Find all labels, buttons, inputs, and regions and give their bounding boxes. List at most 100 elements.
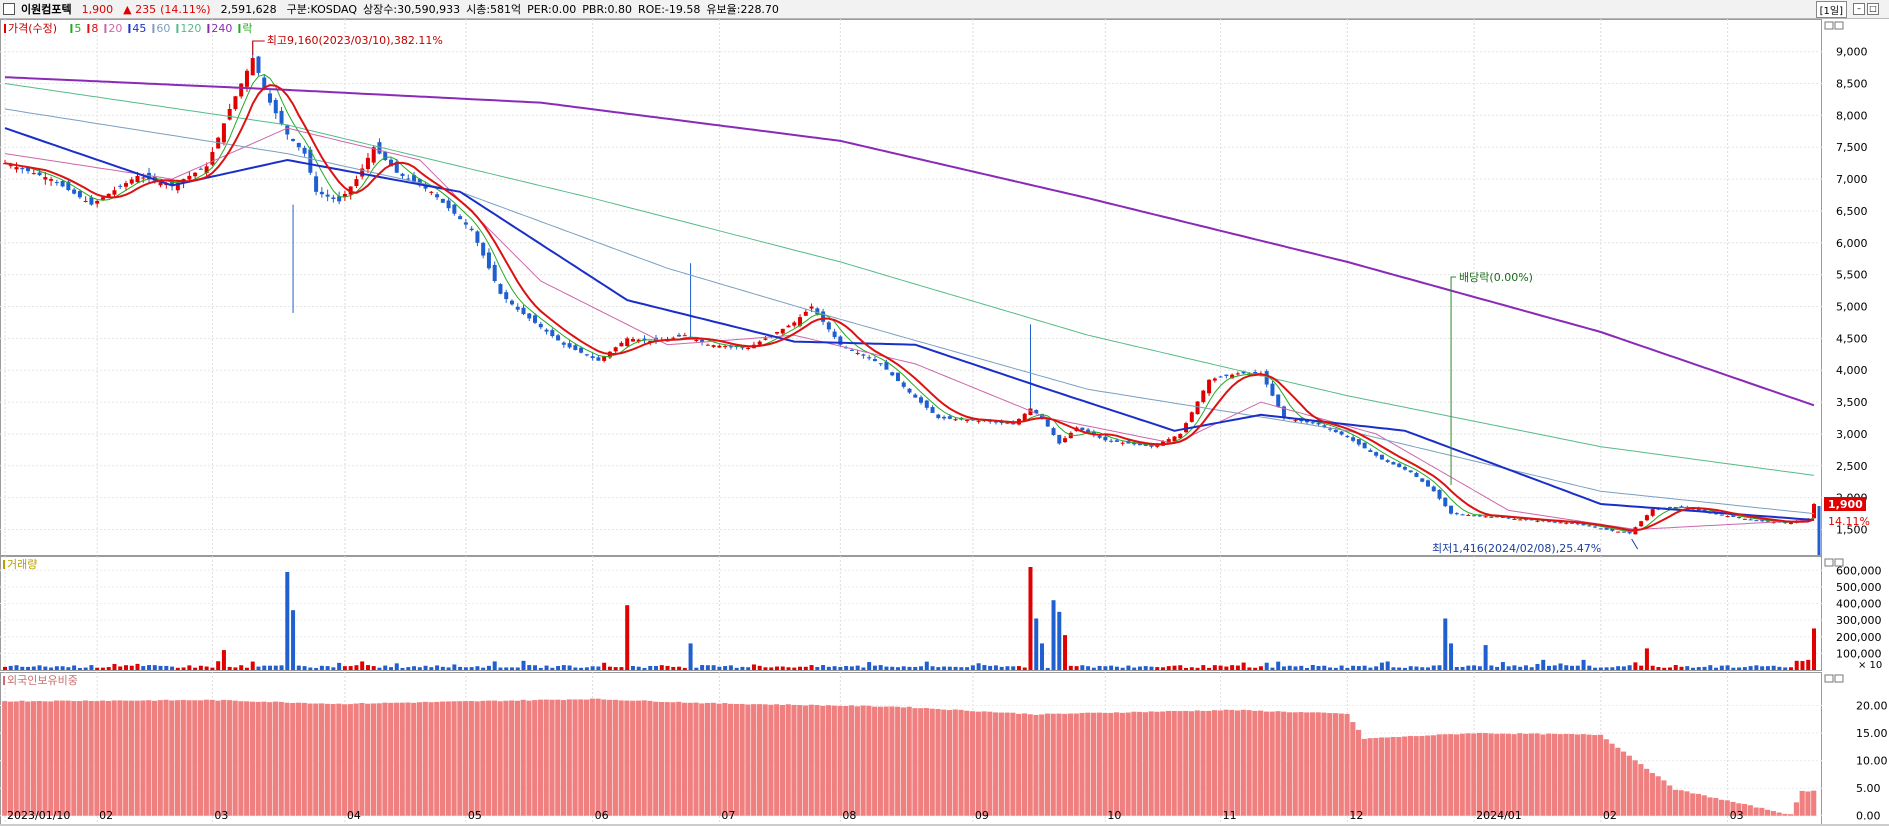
candle-body xyxy=(279,110,284,124)
volume-bar xyxy=(924,661,929,670)
candle-body xyxy=(486,252,491,269)
foreign-bar xyxy=(313,703,319,816)
foreign-bar xyxy=(509,700,515,816)
panel-minimize-icon[interactable] xyxy=(1824,558,1834,567)
volume-bar xyxy=(1339,665,1344,670)
volume-bar xyxy=(1184,667,1189,670)
volume-bar xyxy=(1449,643,1454,670)
volume-bar xyxy=(705,665,710,670)
volume-bar xyxy=(1011,666,1016,670)
volume-bar xyxy=(342,666,347,670)
foreign-bar xyxy=(399,702,405,816)
foreign-bar xyxy=(849,705,855,816)
candle-body xyxy=(855,352,860,354)
volume-bar xyxy=(895,667,900,670)
header-checkbox[interactable] xyxy=(3,3,15,15)
foreign-bar xyxy=(295,702,302,816)
foreign-bar xyxy=(1188,711,1195,816)
candle-body xyxy=(1374,452,1379,456)
candle-body xyxy=(1460,514,1465,516)
foreign-bar xyxy=(1361,738,1367,816)
foreign-bar xyxy=(411,702,417,816)
volume-bar xyxy=(907,666,912,670)
volume-bar xyxy=(1270,667,1275,670)
panel-close-icon[interactable] xyxy=(1834,674,1844,683)
candle-body xyxy=(1276,394,1281,407)
foreign-bar xyxy=(1765,809,1771,816)
volume-bar xyxy=(1178,665,1183,670)
foreign-bar xyxy=(221,699,227,816)
volume-bar xyxy=(596,666,601,670)
candle-body xyxy=(1362,442,1367,449)
foreign-bar xyxy=(140,700,146,816)
candle-body xyxy=(1719,514,1724,516)
foreign-bar xyxy=(1592,735,1598,816)
foreign-bar xyxy=(1044,713,1051,816)
foreign-bar xyxy=(941,709,947,816)
foreign-bar xyxy=(791,704,797,816)
foreign-bar xyxy=(486,700,492,816)
foreign-bar xyxy=(946,710,953,816)
foreign-tick-label: 5.00 xyxy=(1856,782,1881,795)
minimize-icon[interactable]: – xyxy=(1853,3,1865,15)
candle-body xyxy=(198,168,203,170)
candle-body xyxy=(296,142,301,148)
foreign-bar xyxy=(480,700,486,816)
volume-bar xyxy=(746,667,751,670)
panel-minimize-icon[interactable] xyxy=(1824,674,1834,683)
foreign-bar xyxy=(1010,712,1016,816)
foreign-bar xyxy=(157,700,163,816)
volume-bar xyxy=(354,665,359,670)
maximize-icon[interactable]: □ xyxy=(1867,3,1879,15)
foreign-bar xyxy=(151,700,158,816)
panel-minimize-icon[interactable] xyxy=(1824,21,1834,30)
price-tick-label: 3,000 xyxy=(1836,428,1868,441)
foreign-bar xyxy=(318,703,325,816)
volume-tick-label: 200,000 xyxy=(1836,631,1882,644)
foreign-bar xyxy=(1638,764,1644,816)
foreign-bar xyxy=(1672,789,1679,816)
foreign-bar xyxy=(1027,714,1033,816)
foreign-bar xyxy=(877,706,883,816)
foreign-bar xyxy=(1713,797,1719,816)
volume-bar xyxy=(1765,666,1770,670)
volume-bar xyxy=(751,664,756,670)
candle-body xyxy=(273,99,278,114)
volume-bar xyxy=(1691,667,1696,670)
volume-tick-label: 500,000 xyxy=(1836,581,1882,594)
foreign-bar xyxy=(1690,793,1696,816)
volume-bar xyxy=(769,667,774,670)
foreign-bar xyxy=(1131,711,1137,816)
volume-bar xyxy=(1305,668,1310,670)
volume-bar xyxy=(780,666,785,670)
candle-body xyxy=(1379,454,1384,460)
volume-bar xyxy=(1235,665,1240,670)
period-selector[interactable]: [1일] xyxy=(1815,1,1847,18)
panel-close-icon[interactable] xyxy=(1834,21,1844,30)
volume-bar xyxy=(1570,665,1575,670)
foreign-bar xyxy=(1603,739,1609,816)
volume-bar xyxy=(1155,667,1160,670)
volume-bar xyxy=(20,666,25,670)
foreign-bar xyxy=(1770,810,1776,816)
panel-close-icon[interactable] xyxy=(1834,558,1844,567)
candle-body xyxy=(1414,472,1419,477)
candle-body xyxy=(527,313,532,319)
foreign-bar xyxy=(203,699,209,816)
volume-bar xyxy=(1016,666,1021,670)
candle-body xyxy=(446,200,451,209)
volume-bar xyxy=(1241,662,1246,670)
volume-bar xyxy=(965,667,970,670)
volume-bar xyxy=(953,666,958,670)
volume-bar xyxy=(1788,667,1793,670)
volume-bar xyxy=(175,667,180,670)
volume-bar xyxy=(682,667,687,670)
candle-body xyxy=(256,56,261,73)
volume-bar xyxy=(256,666,261,670)
foreign-bar xyxy=(232,700,238,816)
volume-bar xyxy=(1673,665,1678,670)
foreign-bar xyxy=(969,711,976,816)
candle-body xyxy=(803,311,808,316)
foreign-bar xyxy=(100,700,106,816)
candle-body xyxy=(31,173,36,175)
